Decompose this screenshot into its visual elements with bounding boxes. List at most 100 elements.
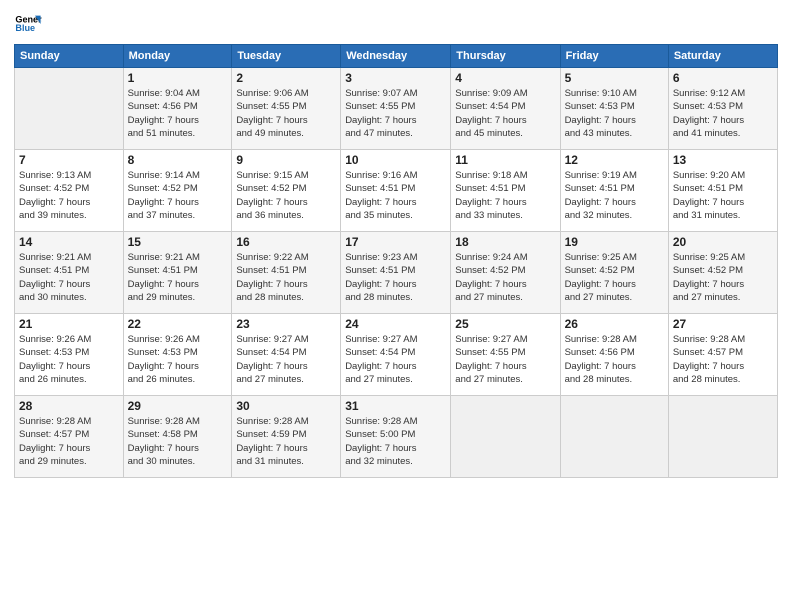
day-number: 28 — [19, 399, 119, 413]
calendar-cell: 9Sunrise: 9:15 AMSunset: 4:52 PMDaylight… — [232, 150, 341, 232]
day-number: 30 — [236, 399, 336, 413]
day-number: 1 — [128, 71, 228, 85]
day-info: Sunrise: 9:07 AMSunset: 4:55 PMDaylight:… — [345, 87, 446, 140]
calendar-cell: 12 Sunrise: 9:19 AMSunset: 4:51 PMDayligh… — [560, 150, 668, 232]
calendar-cell: 27 Sunrise: 9:28 AMSunset: 4:57 PMDayligh… — [668, 314, 777, 396]
day-number: 13 — [673, 153, 773, 167]
calendar-cell: 20Sunrise: 9:25 AMSunset: 4:52 PMDayligh… — [668, 232, 777, 314]
day-number: 7 — [19, 153, 119, 167]
day-number: 2 — [236, 71, 336, 85]
day-number: 17 — [345, 235, 446, 249]
calendar-cell: 7 Sunrise: 9:13 AMSunset: 4:52 PMDaylight… — [15, 150, 124, 232]
day-info: Sunrise: 9:28 AMSunset: 4:56 PMDaylight:… — [565, 333, 664, 386]
calendar-cell: 15 Sunrise: 9:21 AMSunset: 4:51 PMDayligh… — [123, 232, 232, 314]
calendar-cell: 25Sunrise: 9:27 AMSunset: 4:55 PMDayligh… — [451, 314, 560, 396]
day-info: Sunrise: 9:19 AMSunset: 4:51 PMDaylight:… — [565, 169, 664, 222]
day-info: Sunrise: 9:06 AMSunset: 4:55 PMDaylight:… — [236, 87, 336, 140]
weekday-header: Tuesday — [232, 45, 341, 68]
calendar-cell: 19Sunrise: 9:25 AMSunset: 4:52 PMDayligh… — [560, 232, 668, 314]
day-info: Sunrise: 9:21 AMSunset: 4:51 PMDaylight:… — [128, 251, 228, 304]
calendar-cell — [15, 68, 124, 150]
day-number: 26 — [565, 317, 664, 331]
day-info: Sunrise: 9:25 AMSunset: 4:52 PMDaylight:… — [565, 251, 664, 304]
day-number: 24 — [345, 317, 446, 331]
weekday-header: Saturday — [668, 45, 777, 68]
calendar-cell: 3Sunrise: 9:07 AMSunset: 4:55 PMDaylight… — [341, 68, 451, 150]
weekday-header: Friday — [560, 45, 668, 68]
calendar-cell: 4 Sunrise: 9:09 AMSunset: 4:54 PMDaylight… — [451, 68, 560, 150]
day-number: 18 — [455, 235, 555, 249]
calendar-cell — [668, 396, 777, 478]
calendar-cell: 31 Sunrise: 9:28 AMSunset: 5:00 PMDayligh… — [341, 396, 451, 478]
calendar-cell: 17 Sunrise: 9:23 AMSunset: 4:51 PMDayligh… — [341, 232, 451, 314]
day-number: 8 — [128, 153, 228, 167]
calendar-week-row: 28 Sunrise: 9:28 AMSunset: 4:57 PMDayligh… — [15, 396, 778, 478]
calendar-cell: 8 Sunrise: 9:14 AMSunset: 4:52 PMDaylight… — [123, 150, 232, 232]
day-info: Sunrise: 9:04 AMSunset: 4:56 PMDaylight:… — [128, 87, 228, 140]
logo-icon: General Blue — [14, 10, 42, 38]
day-number: 10 — [345, 153, 446, 167]
day-number: 14 — [19, 235, 119, 249]
day-info: Sunrise: 9:27 AMSunset: 4:54 PMDaylight:… — [345, 333, 446, 386]
day-info: Sunrise: 9:12 AMSunset: 4:53 PMDaylight:… — [673, 87, 773, 140]
day-info: Sunrise: 9:18 AMSunset: 4:51 PMDaylight:… — [455, 169, 555, 222]
calendar-cell: 6 Sunrise: 9:12 AMSunset: 4:53 PMDaylight… — [668, 68, 777, 150]
calendar-cell: 13 Sunrise: 9:20 AMSunset: 4:51 PMDayligh… — [668, 150, 777, 232]
calendar-cell: 10 Sunrise: 9:16 AMSunset: 4:51 PMDayligh… — [341, 150, 451, 232]
calendar-cell — [451, 396, 560, 478]
day-info: Sunrise: 9:25 AMSunset: 4:52 PMDaylight:… — [673, 251, 773, 304]
calendar-cell: 5 Sunrise: 9:10 AMSunset: 4:53 PMDaylight… — [560, 68, 668, 150]
weekday-header: Sunday — [15, 45, 124, 68]
logo: General Blue — [14, 10, 42, 38]
calendar-cell: 18 Sunrise: 9:24 AMSunset: 4:52 PMDayligh… — [451, 232, 560, 314]
day-number: 29 — [128, 399, 228, 413]
calendar-week-row: 7 Sunrise: 9:13 AMSunset: 4:52 PMDaylight… — [15, 150, 778, 232]
calendar-cell: 26 Sunrise: 9:28 AMSunset: 4:56 PMDayligh… — [560, 314, 668, 396]
weekday-header: Monday — [123, 45, 232, 68]
day-number: 22 — [128, 317, 228, 331]
day-info: Sunrise: 9:28 AMSunset: 5:00 PMDaylight:… — [345, 415, 446, 468]
day-info: Sunrise: 9:28 AMSunset: 4:57 PMDaylight:… — [19, 415, 119, 468]
day-number: 6 — [673, 71, 773, 85]
calendar-cell: 16 Sunrise: 9:22 AMSunset: 4:51 PMDayligh… — [232, 232, 341, 314]
day-info: Sunrise: 9:28 AMSunset: 4:59 PMDaylight:… — [236, 415, 336, 468]
calendar-cell: 11 Sunrise: 9:18 AMSunset: 4:51 PMDayligh… — [451, 150, 560, 232]
calendar-cell: 23Sunrise: 9:27 AMSunset: 4:54 PMDayligh… — [232, 314, 341, 396]
calendar-cell: 21 Sunrise: 9:26 AMSunset: 4:53 PMDayligh… — [15, 314, 124, 396]
day-info: Sunrise: 9:23 AMSunset: 4:51 PMDaylight:… — [345, 251, 446, 304]
day-number: 5 — [565, 71, 664, 85]
calendar-cell: 14Sunrise: 9:21 AMSunset: 4:51 PMDayligh… — [15, 232, 124, 314]
day-number: 21 — [19, 317, 119, 331]
day-info: Sunrise: 9:20 AMSunset: 4:51 PMDaylight:… — [673, 169, 773, 222]
day-number: 27 — [673, 317, 773, 331]
calendar-table: SundayMondayTuesdayWednesdayThursdayFrid… — [14, 44, 778, 478]
day-number: 15 — [128, 235, 228, 249]
day-number: 16 — [236, 235, 336, 249]
calendar-week-row: 21 Sunrise: 9:26 AMSunset: 4:53 PMDayligh… — [15, 314, 778, 396]
day-info: Sunrise: 9:24 AMSunset: 4:52 PMDaylight:… — [455, 251, 555, 304]
calendar-cell — [560, 396, 668, 478]
day-info: Sunrise: 9:22 AMSunset: 4:51 PMDaylight:… — [236, 251, 336, 304]
day-info: Sunrise: 9:10 AMSunset: 4:53 PMDaylight:… — [565, 87, 664, 140]
calendar-header-row: SundayMondayTuesdayWednesdayThursdayFrid… — [15, 45, 778, 68]
day-info: Sunrise: 9:09 AMSunset: 4:54 PMDaylight:… — [455, 87, 555, 140]
day-info: Sunrise: 9:26 AMSunset: 4:53 PMDaylight:… — [19, 333, 119, 386]
day-number: 12 — [565, 153, 664, 167]
weekday-header: Wednesday — [341, 45, 451, 68]
day-number: 31 — [345, 399, 446, 413]
calendar-cell: 1 Sunrise: 9:04 AMSunset: 4:56 PMDaylight… — [123, 68, 232, 150]
day-info: Sunrise: 9:26 AMSunset: 4:53 PMDaylight:… — [128, 333, 228, 386]
day-number: 25 — [455, 317, 555, 331]
day-info: Sunrise: 9:14 AMSunset: 4:52 PMDaylight:… — [128, 169, 228, 222]
day-info: Sunrise: 9:28 AMSunset: 4:58 PMDaylight:… — [128, 415, 228, 468]
day-number: 9 — [236, 153, 336, 167]
day-number: 4 — [455, 71, 555, 85]
day-info: Sunrise: 9:28 AMSunset: 4:57 PMDaylight:… — [673, 333, 773, 386]
calendar-cell: 30 Sunrise: 9:28 AMSunset: 4:59 PMDayligh… — [232, 396, 341, 478]
calendar-cell: 2 Sunrise: 9:06 AMSunset: 4:55 PMDaylight… — [232, 68, 341, 150]
day-info: Sunrise: 9:13 AMSunset: 4:52 PMDaylight:… — [19, 169, 119, 222]
day-number: 11 — [455, 153, 555, 167]
calendar-cell: 28 Sunrise: 9:28 AMSunset: 4:57 PMDayligh… — [15, 396, 124, 478]
day-info: Sunrise: 9:16 AMSunset: 4:51 PMDaylight:… — [345, 169, 446, 222]
calendar-week-row: 14 Sunrise: 9:21 AMSunset: 4:51 PMDayligh… — [15, 232, 778, 314]
